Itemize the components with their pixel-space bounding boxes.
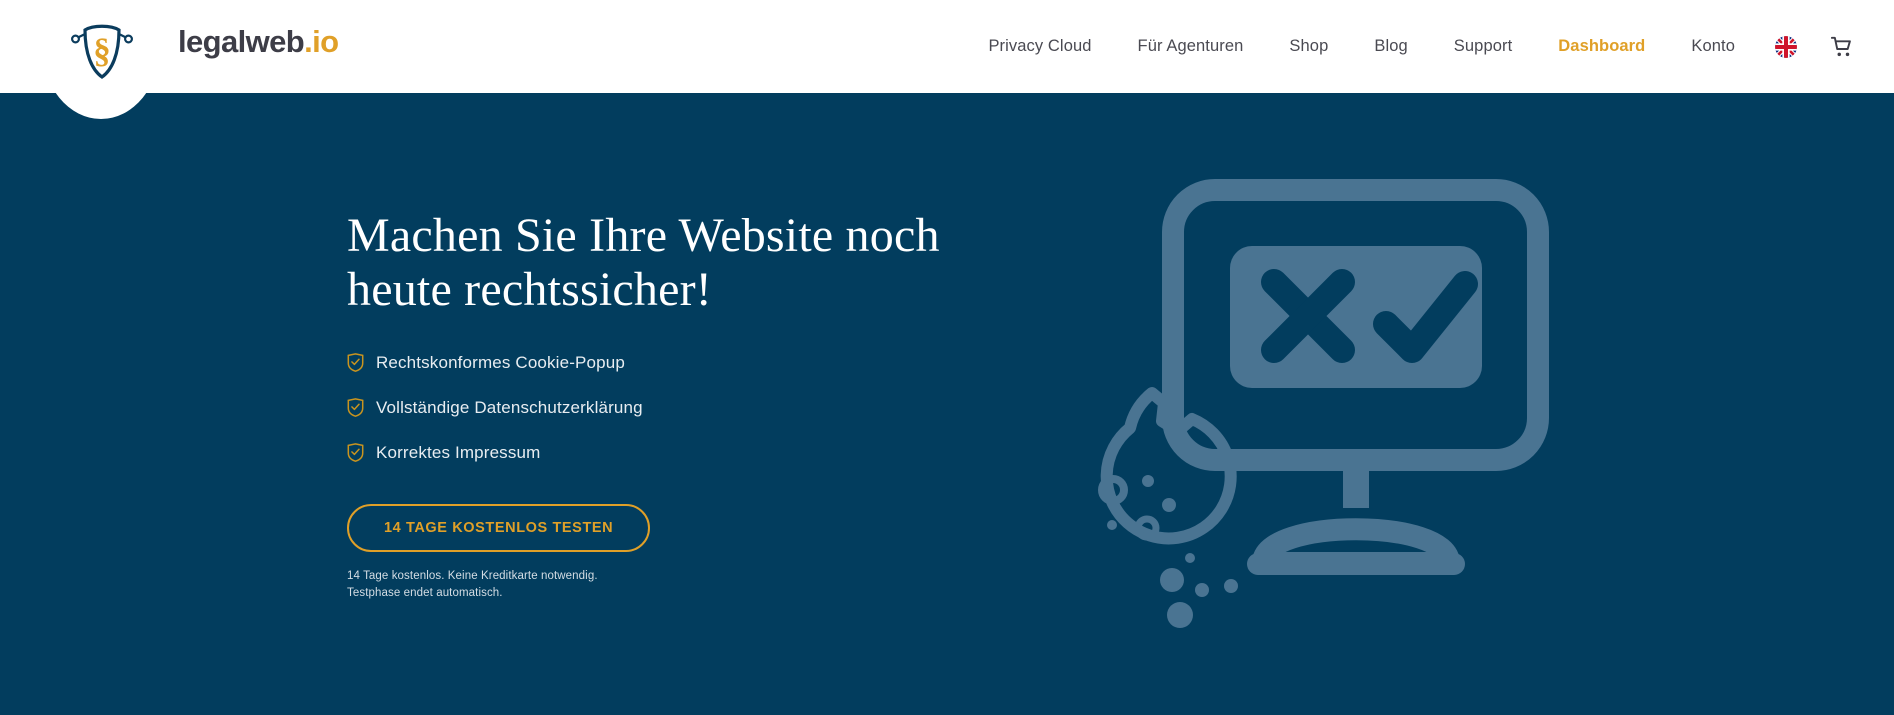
start-free-trial-button[interactable]: 14 TAGE KOSTENLOS TESTEN	[347, 503, 651, 552]
nav-item-dashboard[interactable]: Dashboard	[1535, 37, 1668, 56]
brand-name: legalweb.io	[178, 24, 339, 60]
monitor-cookie-consent-illustration-icon	[1055, 178, 1575, 628]
list-item: Vollständige Datenschutzerklärung	[347, 398, 967, 418]
headline-line-2: heute rechtssicher!	[347, 262, 712, 316]
feature-label: Vollständige Datenschutzerklärung	[376, 397, 643, 417]
shield-paragraph-logo-icon: §	[68, 14, 136, 84]
cart-button[interactable]	[1814, 36, 1870, 58]
svg-text:§: §	[93, 31, 111, 70]
shield-check-icon	[347, 443, 364, 462]
feature-list: Rechtskonformes Cookie-Popup Vollständig…	[347, 353, 967, 463]
nav-item-konto[interactable]: Konto	[1668, 37, 1758, 56]
language-switcher[interactable]	[1758, 35, 1814, 58]
shield-check-icon	[347, 398, 364, 417]
nav-item-blog[interactable]: Blog	[1351, 37, 1430, 56]
shopping-cart-icon	[1831, 36, 1851, 56]
list-item: Rechtskonformes Cookie-Popup	[347, 353, 967, 373]
hero-copy-block: Machen Sie Ihre Website noch heute recht…	[347, 209, 967, 603]
uk-flag-icon	[1775, 35, 1797, 58]
main-navigation: Privacy Cloud Für Agenturen Shop Blog Su…	[965, 0, 1870, 93]
headline-line-1: Machen Sie Ihre Website noch	[347, 209, 940, 262]
fineprint-line-1: 14 Tage kostenlos. Keine Kreditkarte not…	[347, 569, 598, 582]
shield-check-icon	[347, 353, 364, 372]
fineprint-line-2: Testphase endet automatisch.	[347, 587, 503, 600]
trial-fineprint: 14 Tage kostenlos. Keine Kreditkarte not…	[347, 568, 967, 604]
list-item: Korrektes Impressum	[347, 443, 967, 463]
nav-item-fuer-agenturen[interactable]: Für Agenturen	[1115, 37, 1267, 56]
brand-name-main: legalweb	[178, 24, 305, 59]
page-title: Machen Sie Ihre Website noch heute recht…	[347, 209, 967, 317]
feature-label: Rechtskonformes Cookie-Popup	[376, 352, 625, 372]
brand-name-suffix: .io	[304, 24, 339, 59]
hero-section: Machen Sie Ihre Website noch heute recht…	[0, 93, 1894, 715]
nav-item-shop[interactable]: Shop	[1266, 37, 1351, 56]
nav-item-support[interactable]: Support	[1431, 37, 1536, 56]
feature-label: Korrektes Impressum	[376, 442, 541, 462]
nav-item-privacy-cloud[interactable]: Privacy Cloud	[965, 37, 1114, 56]
